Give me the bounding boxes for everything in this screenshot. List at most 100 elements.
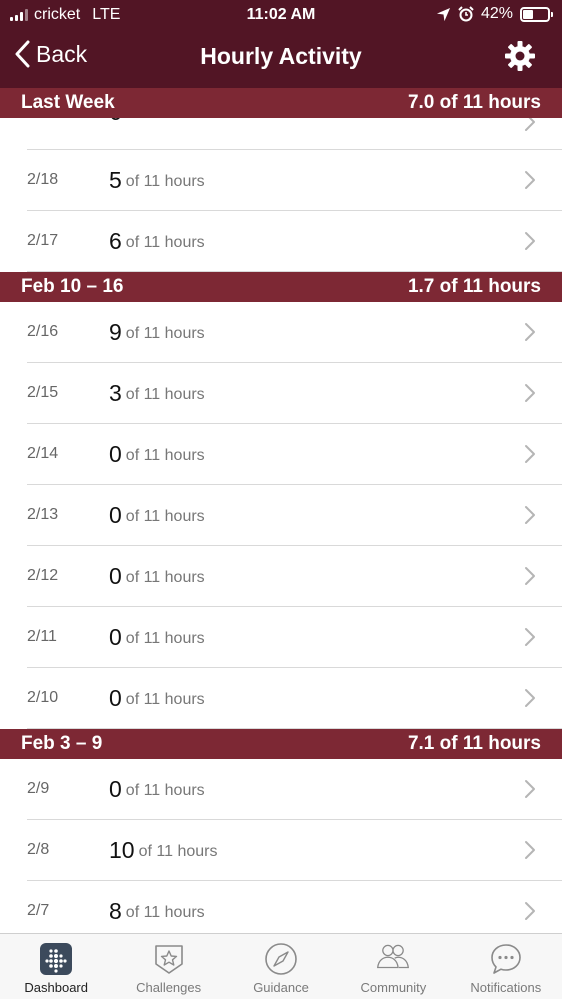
chevron-right-icon xyxy=(525,689,535,707)
row-hours-suffix: of 11 hours xyxy=(125,234,205,251)
row-hours-suffix: of 11 hours xyxy=(125,782,205,799)
chevron-right-icon xyxy=(525,628,535,646)
status-right: 42% xyxy=(436,5,553,23)
chevron-right-icon xyxy=(525,780,535,798)
compass-icon xyxy=(264,942,298,976)
row-hours-suffix: of 11 hours xyxy=(126,118,205,123)
row-hours-suffix: of 11 hours xyxy=(125,325,205,342)
chevron-right-icon xyxy=(525,232,535,250)
day-row[interactable]: 2/8 10 of 11 hours xyxy=(27,820,562,881)
day-row[interactable]: 2/18 5 of 11 hours xyxy=(27,150,562,211)
activity-list[interactable]: Last Week7.0 of 11 hours2/196of 11 hours… xyxy=(0,88,562,933)
location-icon xyxy=(436,7,451,21)
row-hours-suffix: of 11 hours xyxy=(125,508,205,525)
row-hours-suffix: of 11 hours xyxy=(138,843,218,860)
navigation-bar: Back Hourly Activity xyxy=(0,34,562,80)
row-hours-suffix: of 11 hours xyxy=(125,904,205,921)
row-date: 2/14 xyxy=(27,445,59,462)
day-row[interactable]: 2/16 9 of 11 hours xyxy=(27,302,562,363)
day-row[interactable]: 2/15 3 of 11 hours xyxy=(27,363,562,424)
row-hours-value: 5 xyxy=(109,166,122,193)
gear-icon[interactable] xyxy=(504,40,536,72)
chevron-right-icon xyxy=(525,445,535,463)
row-date: 2/18 xyxy=(27,171,59,188)
chevron-right-icon xyxy=(525,567,535,585)
chevron-right-icon xyxy=(525,902,535,920)
day-row[interactable]: 2/13 0 of 11 hours xyxy=(27,485,562,546)
community-people-icon xyxy=(376,942,410,976)
dashboard-icon xyxy=(39,942,73,976)
row-date: 2/15 xyxy=(27,384,59,401)
chevron-right-icon xyxy=(525,323,535,341)
row-hours-value: 8 xyxy=(109,897,122,924)
tab-label: Challenges xyxy=(136,980,202,995)
row-date: 2/10 xyxy=(27,689,59,706)
row-date: 2/9 xyxy=(27,780,50,797)
tab-guidance[interactable]: Guidance xyxy=(225,934,337,999)
row-hours-value: 9 xyxy=(109,318,122,345)
section-header: Last Week 7.0 of 11 hours xyxy=(0,88,562,118)
tab-community[interactable]: Community xyxy=(337,934,449,999)
tab-dashboard[interactable]: Dashboard xyxy=(0,934,112,999)
row-date: 2/7 xyxy=(27,902,50,919)
tab-bar: Dashboard Challenges Guidance Community Noti… xyxy=(0,933,562,999)
row-date: 2/16 xyxy=(27,323,59,340)
row-hours-value: 0 xyxy=(109,684,122,711)
row-hours-value: 0 xyxy=(109,440,122,467)
row-date: 2/17 xyxy=(27,232,59,249)
row-hours-suffix: of 11 hours xyxy=(125,173,205,190)
row-hours-value: 0 xyxy=(109,501,122,528)
day-row[interactable]: 2/12 0 of 11 hours xyxy=(27,546,562,607)
day-row[interactable]: 2/10 0 of 11 hours xyxy=(27,668,562,729)
row-hours-value: 10 xyxy=(109,836,135,863)
day-row[interactable]: 2/7 8 of 11 hours xyxy=(27,881,562,933)
row-hours-value: 6 xyxy=(109,227,122,254)
status-bar: cricket LTE 11:02 AM 42% xyxy=(0,0,562,30)
section-header: Feb 10 – 16 1.7 of 11 hours xyxy=(0,272,562,302)
tab-label: Dashboard xyxy=(24,980,88,995)
section-title: Feb 10 – 16 xyxy=(21,276,124,297)
chevron-right-icon xyxy=(525,384,535,402)
row-hours-suffix: of 11 hours xyxy=(125,691,205,708)
row-date: 2/8 xyxy=(27,841,50,858)
row-date: 2/13 xyxy=(27,506,59,523)
tab-label: Community xyxy=(360,980,427,995)
page-title: Hourly Activity xyxy=(200,43,362,69)
day-row[interactable]: 2/17 6 of 11 hours xyxy=(27,211,562,272)
day-row[interactable]: 2/196 of 11 hours xyxy=(27,118,562,150)
section-total: 7.1 of 11 hours xyxy=(407,733,541,754)
chevron-right-icon xyxy=(525,171,535,189)
day-row[interactable]: 2/9 0 of 11 hours xyxy=(27,759,562,820)
tab-notifications[interactable]: Notifications xyxy=(450,934,562,999)
row-hours-suffix: of 11 hours xyxy=(125,630,205,647)
row-hours-value: 0 xyxy=(109,562,122,589)
section-title: Last Week xyxy=(21,92,115,113)
chat-bubble-icon xyxy=(489,942,523,976)
chevron-right-icon xyxy=(525,506,535,524)
section-total: 1.7 of 11 hours xyxy=(407,276,541,297)
row-date: 2/12 xyxy=(27,567,59,584)
row-date: 2/19 xyxy=(27,118,109,121)
row-hours-value: 3 xyxy=(109,379,122,406)
row-hours-value: 0 xyxy=(109,775,122,802)
row-hours-value: 6 xyxy=(109,118,122,126)
battery-percent: 42% xyxy=(480,5,513,22)
section-header: Feb 3 – 9 7.1 of 11 hours xyxy=(0,729,562,759)
chevron-right-icon xyxy=(525,841,535,859)
section-title: Feb 3 – 9 xyxy=(21,733,103,754)
tab-label: Notifications xyxy=(470,980,542,995)
row-hours-value: 0 xyxy=(109,623,122,650)
row-hours-suffix: of 11 hours xyxy=(125,386,205,403)
row-hours-suffix: of 11 hours xyxy=(125,569,205,586)
row-date: 2/11 xyxy=(27,628,57,645)
day-row[interactable]: 2/11 0 of 11 hours xyxy=(27,607,562,668)
top-bar: cricket LTE 11:02 AM 42% Back Hourly Act… xyxy=(0,0,562,88)
tab-challenges[interactable]: Challenges xyxy=(112,934,224,999)
battery-icon xyxy=(520,6,553,22)
alarm-icon xyxy=(458,6,474,22)
row-hours-suffix: of 11 hours xyxy=(125,447,205,464)
chevron-right-icon xyxy=(525,118,535,131)
section-total: 7.0 of 11 hours xyxy=(407,92,541,113)
challenges-star-icon xyxy=(152,942,186,976)
day-row[interactable]: 2/14 0 of 11 hours xyxy=(27,424,562,485)
